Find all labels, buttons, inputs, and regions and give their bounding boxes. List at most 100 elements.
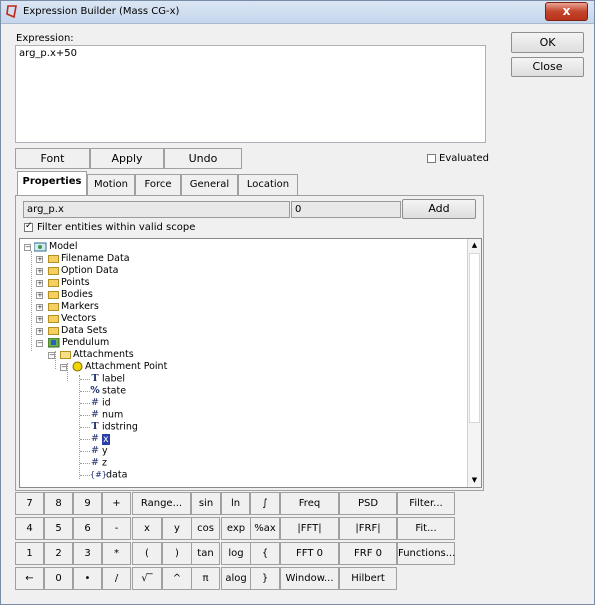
tree-node-option-data[interactable]: Option Data: [48, 265, 118, 277]
tree-node-data-sets[interactable]: Data Sets: [48, 325, 107, 337]
tree-node-prop[interactable]: # z: [90, 457, 107, 469]
tree-node-points[interactable]: Points: [48, 277, 90, 289]
tree-node-pendulum[interactable]: Pendulum: [48, 337, 109, 349]
key-freq[interactable]: Freq: [280, 492, 339, 515]
key-range[interactable]: Range...: [132, 492, 191, 515]
key-hilbert[interactable]: Hilbert: [339, 567, 397, 590]
key-functions[interactable]: Functions...: [397, 542, 455, 565]
key-window[interactable]: Window...: [280, 567, 339, 590]
tree-node-prop[interactable]: % state: [90, 385, 126, 397]
expand-toggle[interactable]: +: [36, 292, 43, 299]
index-field[interactable]: 0: [291, 201, 401, 218]
key-6[interactable]: 6: [73, 517, 102, 540]
key-sqrt[interactable]: √‾: [132, 567, 162, 590]
tree-node-prop[interactable]: # y: [90, 445, 108, 457]
tree-node-markers[interactable]: Markers: [48, 301, 99, 313]
tab-properties[interactable]: Properties: [17, 171, 87, 196]
tree-node-prop[interactable]: # id: [90, 397, 111, 409]
expand-toggle[interactable]: +: [36, 280, 43, 287]
key-x[interactable]: x: [132, 517, 162, 540]
expand-toggle[interactable]: +: [36, 328, 43, 335]
key-9[interactable]: 9: [73, 492, 102, 515]
tree-node-prop[interactable]: Tidstring: [90, 421, 138, 433]
key-backspace[interactable]: ←: [15, 567, 44, 590]
collapse-toggle[interactable]: −: [60, 364, 67, 371]
font-button[interactable]: Font: [15, 148, 90, 169]
add-button[interactable]: Add: [402, 199, 476, 219]
tree-node-attachments[interactable]: Attachments: [60, 349, 134, 361]
tree-node-prop[interactable]: {#}data: [90, 469, 127, 481]
key-open-brace[interactable]: {: [250, 542, 280, 565]
key-close-paren[interactable]: ): [162, 542, 192, 565]
expand-toggle[interactable]: +: [36, 316, 43, 323]
key-minus[interactable]: -: [102, 517, 131, 540]
key-2[interactable]: 2: [44, 542, 73, 565]
key-divide[interactable]: /: [102, 567, 131, 590]
tree-node-filename-data[interactable]: Filename Data: [48, 253, 130, 265]
key-cos[interactable]: cos: [191, 517, 220, 540]
key-log[interactable]: log: [221, 542, 251, 565]
key-integral[interactable]: ∫: [250, 492, 280, 515]
key-tan[interactable]: tan: [191, 542, 220, 565]
key-open-paren[interactable]: (: [132, 542, 162, 565]
window-close-button[interactable]: x: [545, 2, 588, 21]
key-7[interactable]: 7: [15, 492, 44, 515]
key-exp[interactable]: exp: [221, 517, 251, 540]
key-3[interactable]: 3: [73, 542, 102, 565]
key-filter[interactable]: Filter...: [397, 492, 455, 515]
filter-checkbox[interactable]: [24, 221, 33, 232]
ok-button[interactable]: OK: [511, 32, 584, 53]
entity-tree[interactable]: − Model + Filename Data + Option Data + …: [19, 238, 482, 488]
key-decimal[interactable]: •: [73, 567, 102, 590]
tree-scrollbar[interactable]: ▲ ▼: [467, 239, 481, 487]
key-y[interactable]: y: [162, 517, 192, 540]
expand-toggle[interactable]: +: [36, 256, 43, 263]
tab-general[interactable]: General: [181, 174, 238, 195]
scroll-down-icon[interactable]: ▼: [468, 474, 481, 487]
key-8[interactable]: 8: [44, 492, 73, 515]
key-close-brace[interactable]: }: [250, 567, 280, 590]
tree-node-model[interactable]: Model: [34, 241, 78, 253]
key-partial-derivative[interactable]: %ax: [250, 517, 280, 540]
path-field[interactable]: arg_p.x: [23, 201, 290, 218]
key-fft-magnitude[interactable]: |FFT|: [280, 517, 339, 540]
key-5[interactable]: 5: [44, 517, 73, 540]
key-0[interactable]: 0: [44, 567, 73, 590]
key-frf-magnitude[interactable]: |FRF|: [339, 517, 397, 540]
tree-node-prop-selected[interactable]: # x: [90, 433, 110, 445]
evaluated-checkbox[interactable]: [427, 154, 436, 163]
key-alog[interactable]: alog: [221, 567, 251, 590]
tab-motion[interactable]: Motion: [87, 174, 135, 195]
key-ln[interactable]: ln: [221, 492, 250, 515]
key-plus[interactable]: +: [102, 492, 131, 515]
tree-node-prop[interactable]: Tlabel: [90, 373, 125, 385]
collapse-toggle[interactable]: −: [36, 340, 43, 347]
key-psd[interactable]: PSD: [339, 492, 397, 515]
expand-toggle[interactable]: +: [36, 304, 43, 311]
expression-input[interactable]: arg_p.x+50: [15, 45, 486, 143]
tree-node-prop[interactable]: # num: [90, 409, 123, 421]
key-power[interactable]: ^: [162, 567, 192, 590]
expression-value: arg_p.x+50: [19, 48, 77, 59]
close-button[interactable]: Close: [511, 57, 584, 77]
collapse-toggle[interactable]: −: [24, 244, 31, 251]
expand-toggle[interactable]: +: [36, 268, 43, 275]
tab-force[interactable]: Force: [135, 174, 181, 195]
scroll-up-icon[interactable]: ▲: [468, 239, 481, 252]
key-pi[interactable]: π: [191, 567, 220, 590]
tree-node-bodies[interactable]: Bodies: [48, 289, 93, 301]
scroll-thumb[interactable]: [469, 253, 480, 423]
apply-button[interactable]: Apply: [90, 148, 164, 169]
tab-location[interactable]: Location: [238, 174, 298, 195]
key-multiply[interactable]: *: [102, 542, 131, 565]
tree-node-attachment-point[interactable]: Attachment Point: [72, 361, 167, 373]
key-fit[interactable]: Fit...: [397, 517, 455, 540]
key-1[interactable]: 1: [15, 542, 44, 565]
undo-button[interactable]: Undo: [164, 148, 242, 169]
key-sin[interactable]: sin: [191, 492, 221, 515]
collapse-toggle[interactable]: −: [48, 352, 55, 359]
key-frf0[interactable]: FRF 0: [339, 542, 397, 565]
key-4[interactable]: 4: [15, 517, 44, 540]
tree-node-vectors[interactable]: Vectors: [48, 313, 96, 325]
key-fft0[interactable]: FFT 0: [280, 542, 339, 565]
